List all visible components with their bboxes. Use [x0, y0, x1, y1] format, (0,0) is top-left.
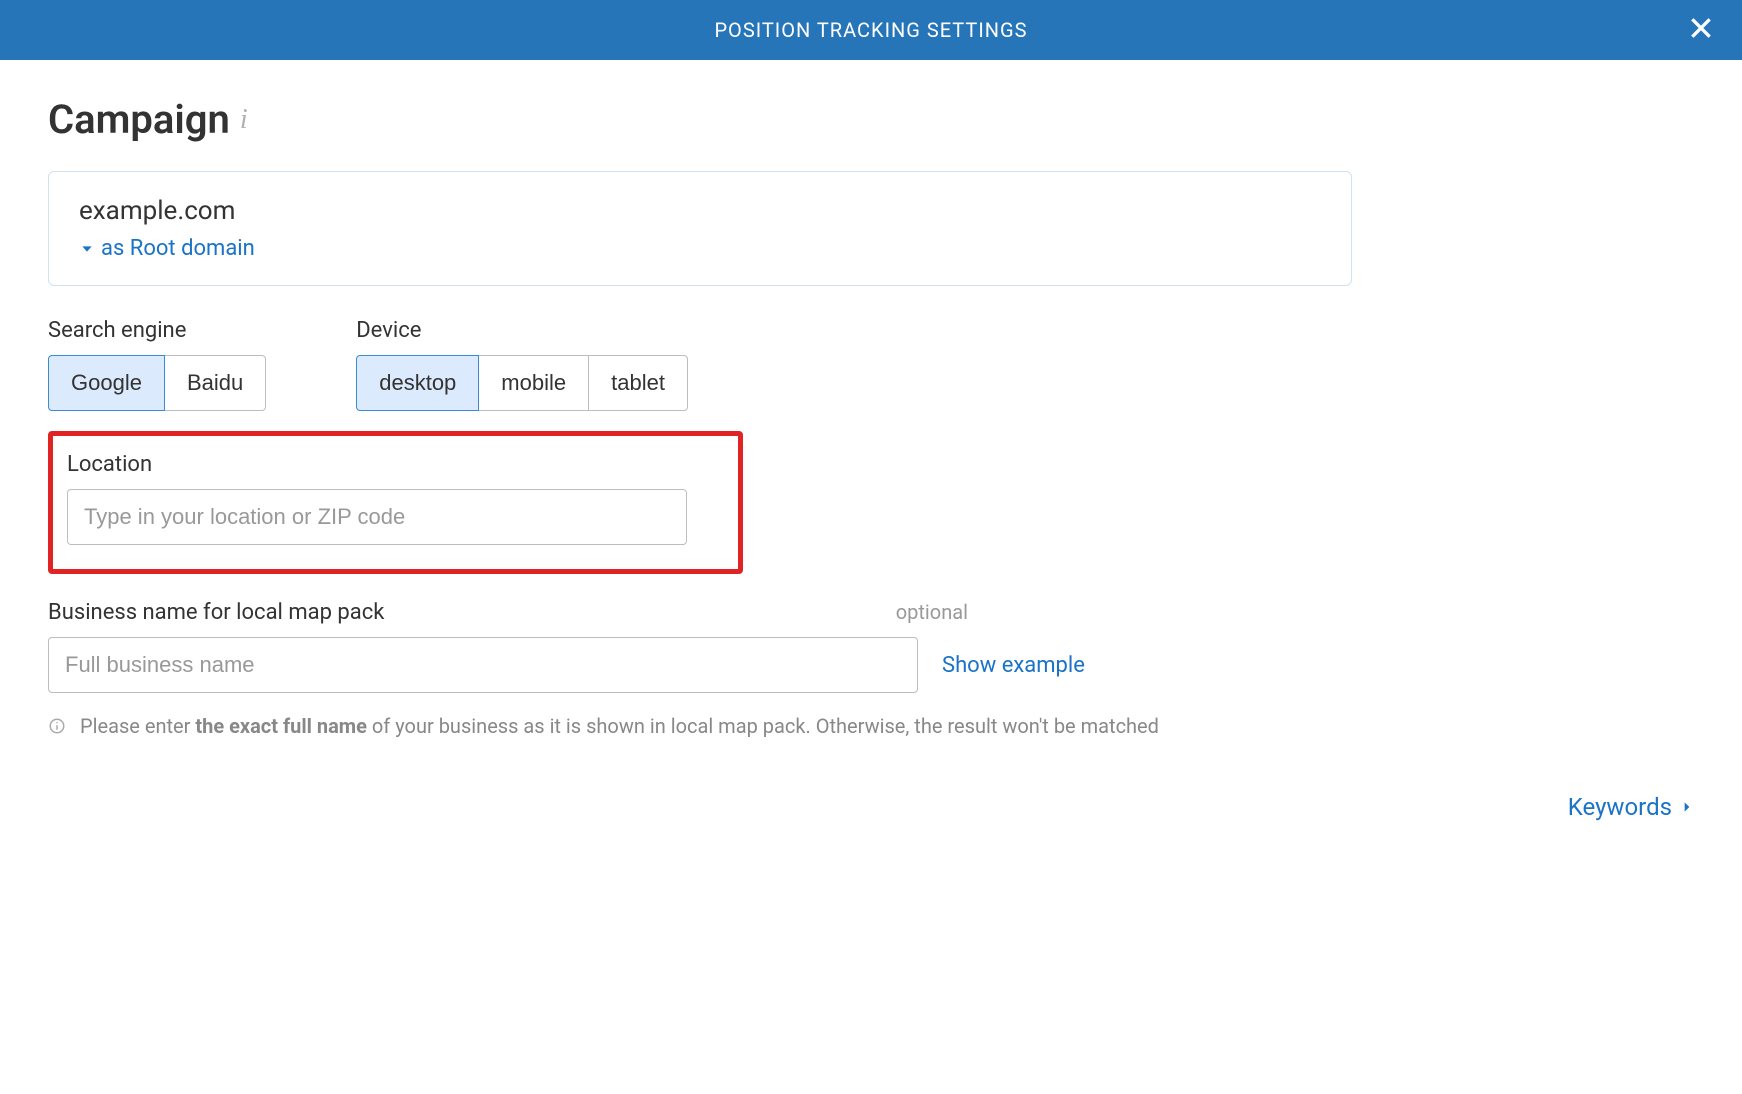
search-engine-option-google[interactable]: Google: [48, 355, 165, 411]
business-hint-text: Please enter the exact full name of your…: [80, 711, 1159, 743]
business-optional-text: optional: [896, 600, 968, 624]
search-engine-label: Search engine: [48, 318, 266, 343]
info-circle-icon: [48, 711, 66, 743]
business-label: Business name for local map pack: [48, 600, 384, 625]
hint-prefix: Please enter: [80, 714, 195, 738]
chevron-down-icon: [79, 241, 95, 257]
device-label: Device: [356, 318, 688, 343]
next-label: Keywords: [1568, 793, 1672, 821]
search-engine-group: Search engine Google Baidu: [48, 318, 266, 411]
business-input-row: Show example: [48, 637, 1352, 693]
modal-title: POSITION TRACKING SETTINGS: [714, 18, 1027, 42]
domain-name: example.com: [79, 196, 1321, 226]
location-section-highlighted: Location: [48, 431, 743, 574]
device-option-desktop[interactable]: desktop: [356, 355, 479, 411]
device-option-tablet[interactable]: tablet: [588, 355, 688, 411]
footer-nav: Keywords: [0, 763, 1742, 851]
page-title-text: Campaign: [48, 96, 230, 143]
business-name-input[interactable]: [48, 637, 918, 693]
chevron-right-icon: [1680, 800, 1694, 814]
search-engine-segmented: Google Baidu: [48, 355, 266, 411]
page-title: Campaign i: [48, 96, 1352, 143]
domain-card: example.com as Root domain: [48, 171, 1352, 286]
info-icon[interactable]: i: [240, 104, 248, 136]
search-engine-option-baidu[interactable]: Baidu: [164, 355, 266, 411]
hint-bold: the exact full name: [195, 714, 367, 738]
business-label-row: Business name for local map pack optiona…: [48, 600, 968, 625]
keywords-next-link[interactable]: Keywords: [1568, 793, 1694, 821]
location-input[interactable]: [67, 489, 687, 545]
engine-device-row: Search engine Google Baidu Device deskto…: [48, 318, 1352, 411]
close-icon: [1688, 15, 1714, 41]
business-hint: Please enter the exact full name of your…: [48, 711, 1352, 743]
domain-type-label: as Root domain: [101, 236, 255, 261]
hint-suffix: of your business as it is shown in local…: [367, 714, 1159, 738]
modal-body: Campaign i example.com as Root domain Se…: [0, 60, 1400, 763]
modal-header: POSITION TRACKING SETTINGS: [0, 0, 1742, 60]
business-section: Business name for local map pack optiona…: [48, 600, 1352, 743]
location-label: Location: [67, 452, 724, 477]
domain-type-dropdown[interactable]: as Root domain: [79, 236, 1321, 261]
device-segmented: desktop mobile tablet: [356, 355, 688, 411]
device-group: Device desktop mobile tablet: [356, 318, 688, 411]
show-example-link[interactable]: Show example: [942, 653, 1085, 678]
device-option-mobile[interactable]: mobile: [478, 355, 589, 411]
close-button[interactable]: [1688, 15, 1714, 45]
